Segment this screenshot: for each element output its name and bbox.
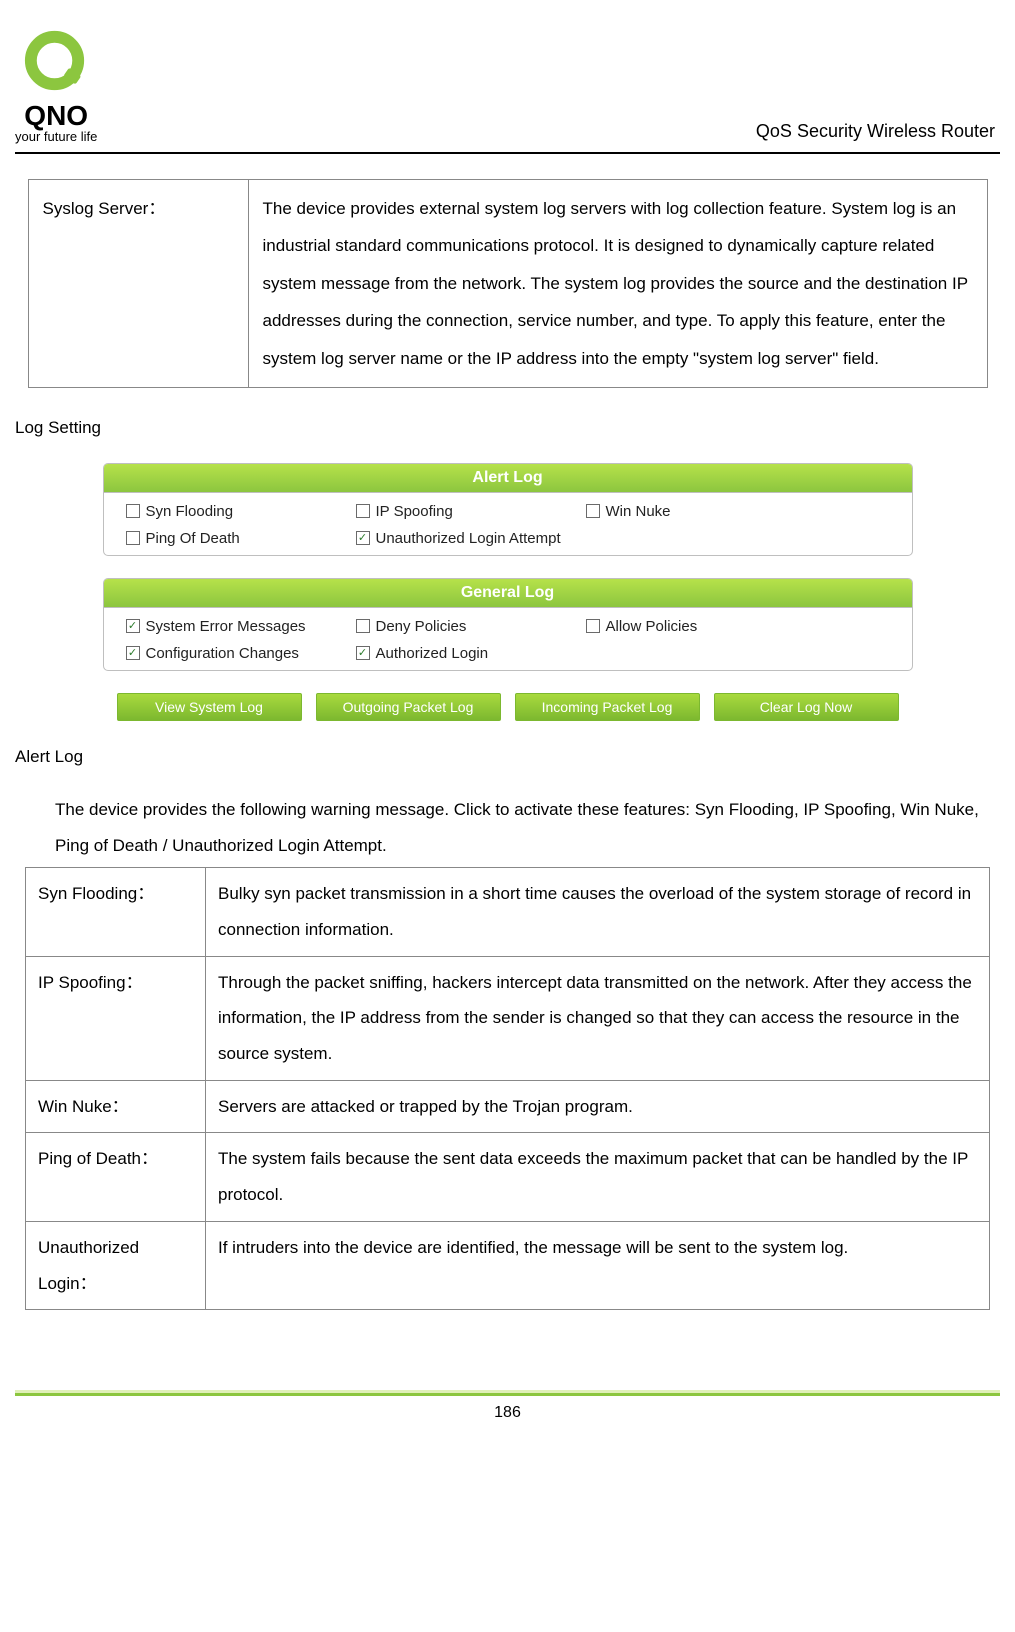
page-title: QoS Security Wireless Router [756,121,1000,144]
syn-flooding-term: Syn Flooding： [26,868,206,956]
page-number: 186 [15,1404,1000,1422]
alert-log-intro: The device provides the following warnin… [55,792,990,863]
checkbox-label: IP Spoofing [376,503,453,520]
win-nuke-checkbox[interactable]: Win Nuke [586,503,890,520]
alert-log-panel-title: Alert Log [104,464,912,493]
unauthorized-login-checkbox[interactable]: ✓ Unauthorized Login Attempt [356,530,586,547]
log-setting-panels: Alert Log Syn Flooding IP Spoofing Win N… [103,463,913,721]
view-system-log-button[interactable]: View System Log [117,693,302,721]
ip-spoofing-checkbox[interactable]: IP Spoofing [356,503,586,520]
checkbox-label: Syn Flooding [146,503,234,520]
syn-flooding-checkbox[interactable]: Syn Flooding [126,503,356,520]
checkbox-icon [126,504,140,518]
system-error-messages-checkbox[interactable]: ✓ System Error Messages [126,618,356,635]
checkbox-label: Win Nuke [606,503,671,520]
alert-log-table: Syn Flooding： Bulky syn packet transmiss… [25,867,990,1310]
table-row: Ping of Death： The system fails because … [26,1133,990,1221]
deny-policies-checkbox[interactable]: Deny Policies [356,618,586,635]
page-header: QNO your future life QoS Security Wirele… [15,25,1000,154]
outgoing-packet-log-button[interactable]: Outgoing Packet Log [316,693,501,721]
checkbox-label: Allow Policies [606,618,698,635]
ping-of-death-desc: The system fails because the sent data e… [206,1133,990,1221]
brand-word: QNO [24,101,88,130]
unauthorized-login-term: Unauthorized Login： [26,1221,206,1309]
q-logo-icon [19,25,93,99]
ping-of-death-term: Ping of Death： [26,1133,206,1221]
syslog-description-table: Syslog Server： The device provides exter… [28,179,988,388]
configuration-changes-checkbox[interactable]: ✓ Configuration Changes [126,645,356,662]
table-row: Syn Flooding： Bulky syn packet transmiss… [26,868,990,956]
ip-spoofing-term: IP Spoofing： [26,956,206,1080]
checkbox-icon [356,504,370,518]
checkbox-icon: ✓ [356,646,370,660]
clear-log-now-button[interactable]: Clear Log Now [714,693,899,721]
unauthorized-login-desc: If intruders into the device are identif… [206,1221,990,1309]
checkbox-icon: ✓ [356,531,370,545]
checkbox-icon: ✓ [126,646,140,660]
checkbox-label: Unauthorized Login Attempt [376,530,561,547]
table-row: Win Nuke： Servers are attacked or trappe… [26,1080,990,1133]
checkbox-label: Deny Policies [376,618,467,635]
syslog-desc: The device provides external system log … [248,180,987,388]
alert-log-panel: Alert Log Syn Flooding IP Spoofing Win N… [103,463,913,556]
alert-log-intro-text: The device provides the following warnin… [55,800,979,855]
brand-logo-block: QNO your future life [15,25,97,144]
checkbox-label: Authorized Login [376,645,489,662]
allow-policies-checkbox[interactable]: Allow Policies [586,618,890,635]
syn-flooding-desc: Bulky syn packet transmission in a short… [206,868,990,956]
checkbox-icon [126,531,140,545]
authorized-login-checkbox[interactable]: ✓ Authorized Login [356,645,586,662]
brand-tagline: your future life [15,130,97,144]
checkbox-icon [356,619,370,633]
table-row: Unauthorized Login： If intruders into th… [26,1221,990,1309]
ip-spoofing-desc: Through the packet sniffing, hackers int… [206,956,990,1080]
general-log-panel-title: General Log [104,579,912,608]
checkbox-icon [586,619,600,633]
footer-divider [15,1390,1000,1396]
general-log-panel: General Log ✓ System Error Messages Deny… [103,578,913,671]
checkbox-label: Ping Of Death [146,530,240,547]
checkbox-label: Configuration Changes [146,645,299,662]
checkbox-label: System Error Messages [146,618,306,635]
ping-of-death-checkbox[interactable]: Ping Of Death [126,530,356,547]
log-setting-heading: Log Setting [15,418,1000,438]
table-row: IP Spoofing： Through the packet sniffing… [26,956,990,1080]
page-container: QNO your future life QoS Security Wirele… [0,0,1015,1442]
incoming-packet-log-button[interactable]: Incoming Packet Log [515,693,700,721]
syslog-term: Syslog Server： [28,180,248,388]
checkbox-icon: ✓ [126,619,140,633]
checkbox-icon [586,504,600,518]
log-buttons-row: View System Log Outgoing Packet Log Inco… [103,693,913,721]
win-nuke-term: Win Nuke： [26,1080,206,1133]
alert-log-heading: Alert Log [15,747,1000,767]
win-nuke-desc: Servers are attacked or trapped by the T… [206,1080,990,1133]
